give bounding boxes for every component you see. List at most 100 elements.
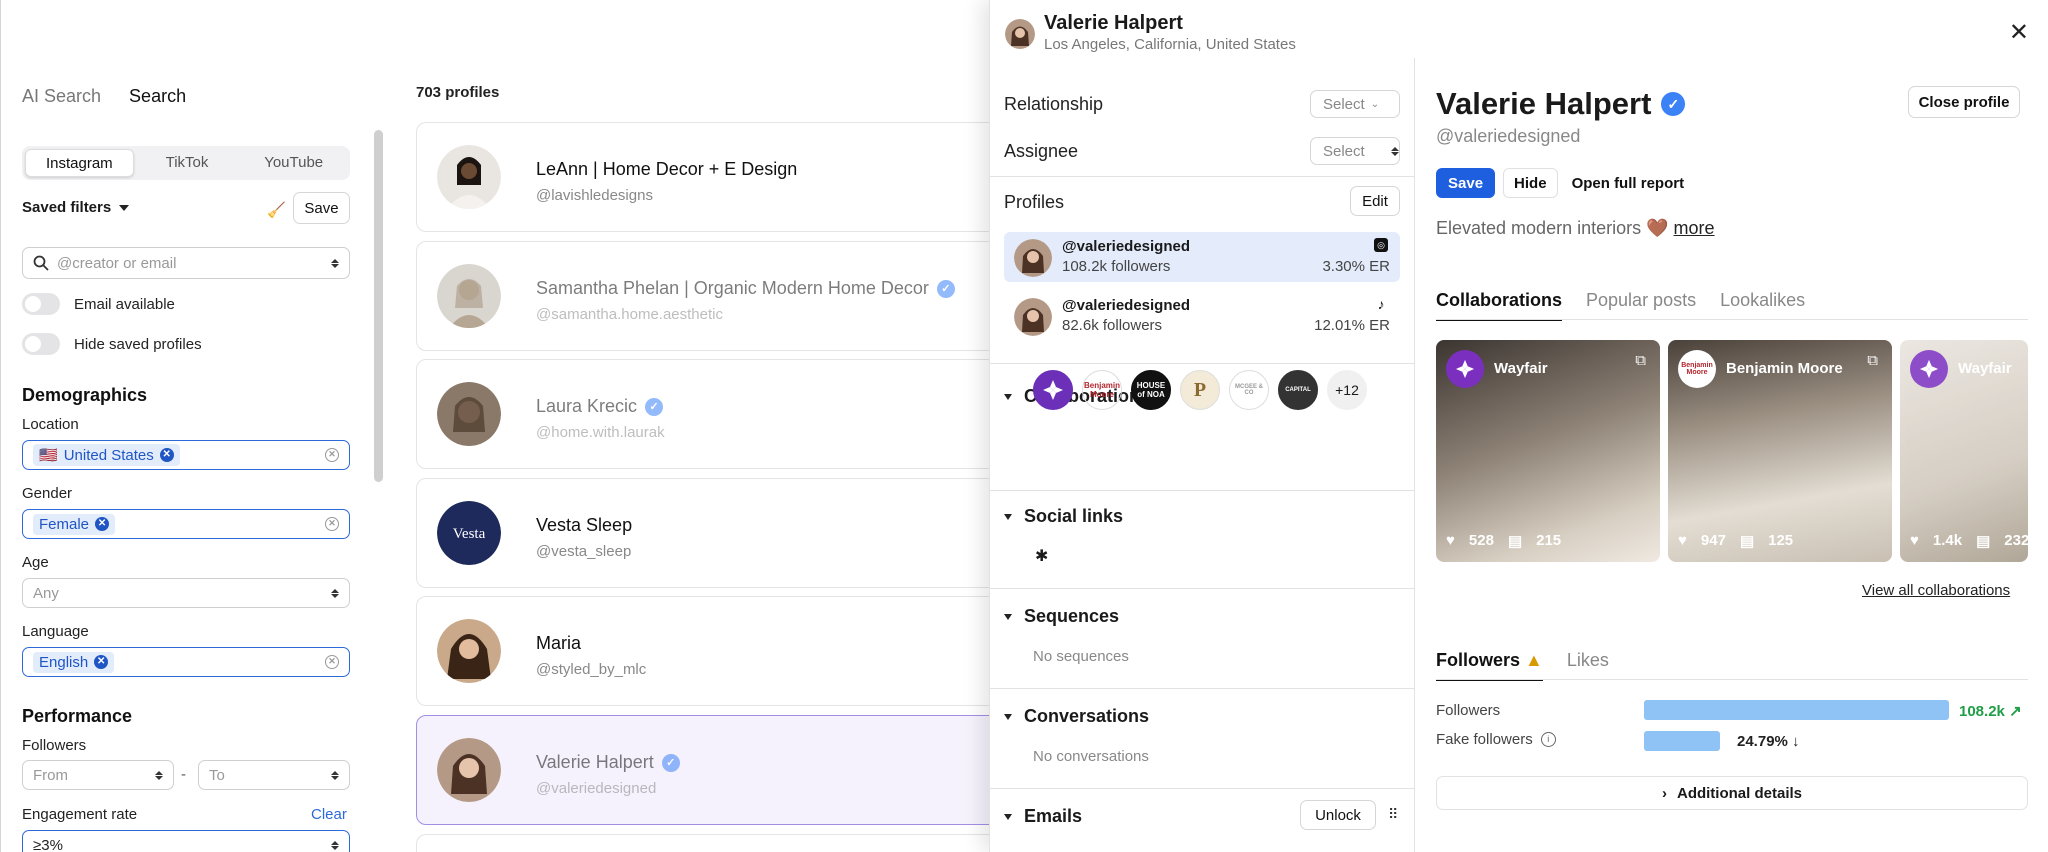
clear-input-icon[interactable]: ✕ <box>325 448 339 462</box>
age-select[interactable]: Any <box>22 578 350 608</box>
more-collaborations-badge[interactable]: +12 <box>1327 370 1367 410</box>
bio-more-link[interactable]: more <box>1674 218 1715 238</box>
tab-popular-posts[interactable]: Popular posts <box>1586 290 1696 321</box>
save-profile-button[interactable]: Save <box>1436 168 1496 198</box>
profile-name: Laura Krecic ✓ <box>536 396 664 417</box>
collaborations-section-toggle[interactable]: Collaborations <box>1004 386 1150 407</box>
linked-account-instagram[interactable]: @valeriedesigned 108.2k followers ◎ 3.30… <box>1004 232 1400 282</box>
p-brand-logo[interactable]: P <box>1180 370 1220 410</box>
filter-sidebar: AI Search Search Instagram TikTok YouTub… <box>0 0 372 852</box>
assignee-select[interactable]: Select <box>1310 137 1400 165</box>
content-tabs: Collaborations Popular posts Lookalikes <box>1436 290 1805 321</box>
external-link-icon[interactable]: ⧉ <box>1867 352 1878 369</box>
creator-search-input[interactable]: @creator or email <box>22 247 350 279</box>
profile-name: Vesta Sleep <box>536 515 633 535</box>
platform-tiktok[interactable]: TikTok <box>134 149 241 177</box>
instagram-icon: ◎ <box>1374 238 1388 252</box>
clear-filters-icon[interactable]: 🧹 <box>267 201 286 219</box>
tab-search[interactable]: Search <box>129 86 186 107</box>
drawer-profile-location: Los Angeles, California, United States <box>1044 36 1296 53</box>
edit-profiles-button[interactable]: Edit <box>1350 186 1400 216</box>
location-label: Location <box>22 416 79 433</box>
tab-ai-search[interactable]: AI Search <box>22 86 101 107</box>
profile-detail-panel: Valerie Halpert ✓ Close profile @valeried… <box>1415 58 2048 852</box>
heart-icon: ♥ <box>1678 532 1687 549</box>
account-followers: 108.2k followers <box>1062 258 1171 275</box>
sequences-section-toggle[interactable]: Sequences <box>1004 606 1119 627</box>
tab-likes[interactable]: Likes <box>1567 650 1609 681</box>
profile-card-selected[interactable]: Valerie Halpert ✓ @valeriedesigned <box>416 715 1016 825</box>
gender-label: Gender <box>22 485 73 502</box>
gender-input[interactable]: Female ✕ ✕ <box>22 509 350 539</box>
linktree-icon[interactable]: ✱ <box>1035 546 1048 566</box>
social-links-section-toggle[interactable]: Social links <box>1004 506 1123 527</box>
view-all-collaborations-link[interactable]: View all collaborations <box>1862 582 2010 599</box>
engagement-rate-select[interactable]: ≥3% <box>22 830 350 852</box>
chevron-updown-icon <box>155 770 163 780</box>
additional-details-button[interactable]: › Additional details <box>1436 776 2028 810</box>
tab-collaborations[interactable]: Collaborations <box>1436 290 1563 321</box>
mcgee-logo[interactable]: MCGEE & CO <box>1229 370 1269 410</box>
platform-instagram[interactable]: Instagram <box>25 149 134 177</box>
external-link-icon[interactable]: ⧉ <box>1635 352 1646 369</box>
emails-section-toggle[interactable]: Emails <box>1004 806 1082 827</box>
conversations-section-toggle[interactable]: Conversations <box>1004 706 1149 727</box>
language-label: Language <box>22 623 89 640</box>
profile-name: LeAnn | Home Decor + E Design <box>536 159 798 179</box>
saved-filters-dropdown[interactable]: Saved filters <box>22 199 130 216</box>
account-er: 3.30% ER <box>1322 258 1390 275</box>
relationship-select[interactable]: Select ⌄ <box>1310 90 1400 118</box>
close-profile-button[interactable]: Close profile <box>1908 86 2020 118</box>
remove-chip-icon[interactable]: ✕ <box>159 448 174 462</box>
remove-chip-icon[interactable]: ✕ <box>95 517 110 531</box>
range-separator: - <box>181 766 186 783</box>
tab-lookalikes[interactable]: Lookalikes <box>1720 290 1805 321</box>
location-input[interactable]: 🇺🇸 United States ✕ ✕ <box>22 440 350 470</box>
sidebar-scrollbar[interactable] <box>374 130 383 482</box>
benjamin-moore-logo[interactable]: Benjamin Moore <box>1082 370 1122 410</box>
platform-youtube[interactable]: YouTube <box>240 149 347 177</box>
profile-card[interactable]: LeAnn | Home Decor + E Design @lavishled… <box>416 122 1016 232</box>
collab-stats: ♥ 947 ▤ 125 <box>1678 532 1794 550</box>
engagement-rate-clear[interactable]: Clear <box>311 806 347 823</box>
profile-card[interactable] <box>416 834 1016 852</box>
collaboration-post[interactable]: Benjamin Moore Benjamin Moore ⧉ ♥ 947 ▤ 125 <box>1668 340 1892 562</box>
clear-input-icon[interactable]: ✕ <box>325 655 339 669</box>
assignee-label: Assignee <box>1004 141 1079 161</box>
wayfair-logo[interactable] <box>1033 370 1073 410</box>
followers-from-value: From <box>33 766 68 784</box>
followers-from-select[interactable]: From <box>22 760 174 790</box>
heart-icon: ♥ <box>1446 532 1455 549</box>
drawer-header: Valerie Halpert Los Angeles, California,… <box>990 0 2048 58</box>
profile-card[interactable]: Samantha Phelan | Organic Modern Home De… <box>416 241 1016 351</box>
close-icon[interactable]: ✕ <box>2009 18 2029 47</box>
email-available-toggle[interactable] <box>22 293 60 315</box>
gender-chip: Female ✕ <box>33 513 116 535</box>
collaboration-post[interactable]: Wayfair ♥ 1.4k ▤ 232 <box>1900 340 2028 562</box>
capital-logo[interactable]: CAPITAL <box>1278 370 1318 410</box>
saved-filters-label: Saved filters <box>22 199 112 216</box>
hide-profile-button[interactable]: Hide <box>1503 168 1558 198</box>
profile-card[interactable]: Maria @styled_by_mlc <box>416 596 1016 706</box>
drag-handle-icon[interactable]: ⠿ <box>1388 806 1398 823</box>
unlock-emails-button[interactable]: Unlock <box>1300 800 1376 830</box>
profile-card[interactable]: Vesta Vesta Sleep @vesta_sleep <box>416 478 1016 588</box>
divider <box>990 490 1415 491</box>
hide-saved-toggle[interactable] <box>22 333 60 355</box>
save-filters-button[interactable]: Save <box>293 192 350 224</box>
info-icon[interactable]: i <box>1540 732 1556 747</box>
linked-account-tiktok[interactable]: @valeriedesigned 82.6k followers ♪ 12.01… <box>1004 291 1400 341</box>
language-input[interactable]: English ✕ ✕ <box>22 647 350 677</box>
profile-bio: Elevated modern interiors 🤎 more <box>1436 218 1715 238</box>
collaboration-post[interactable]: Wayfair ⧉ ♥ 528 ▤ 215 <box>1436 340 1660 562</box>
house-of-noa-logo[interactable]: HOUSE of NOA <box>1131 370 1171 410</box>
profile-handle: @vesta_sleep <box>536 543 632 560</box>
profile-card[interactable]: Laura Krecic ✓ @home.with.laurak <box>416 359 1016 469</box>
remove-chip-icon[interactable]: ✕ <box>94 655 109 669</box>
hide-saved-row: Hide saved profiles <box>22 333 202 355</box>
chevron-right-icon: › <box>1661 784 1667 802</box>
clear-input-icon[interactable]: ✕ <box>325 517 339 531</box>
followers-to-select[interactable]: To <box>198 760 350 790</box>
open-full-report-button[interactable]: Open full report <box>1565 168 1691 198</box>
tab-followers[interactable]: Followers ▲ <box>1436 650 1543 681</box>
